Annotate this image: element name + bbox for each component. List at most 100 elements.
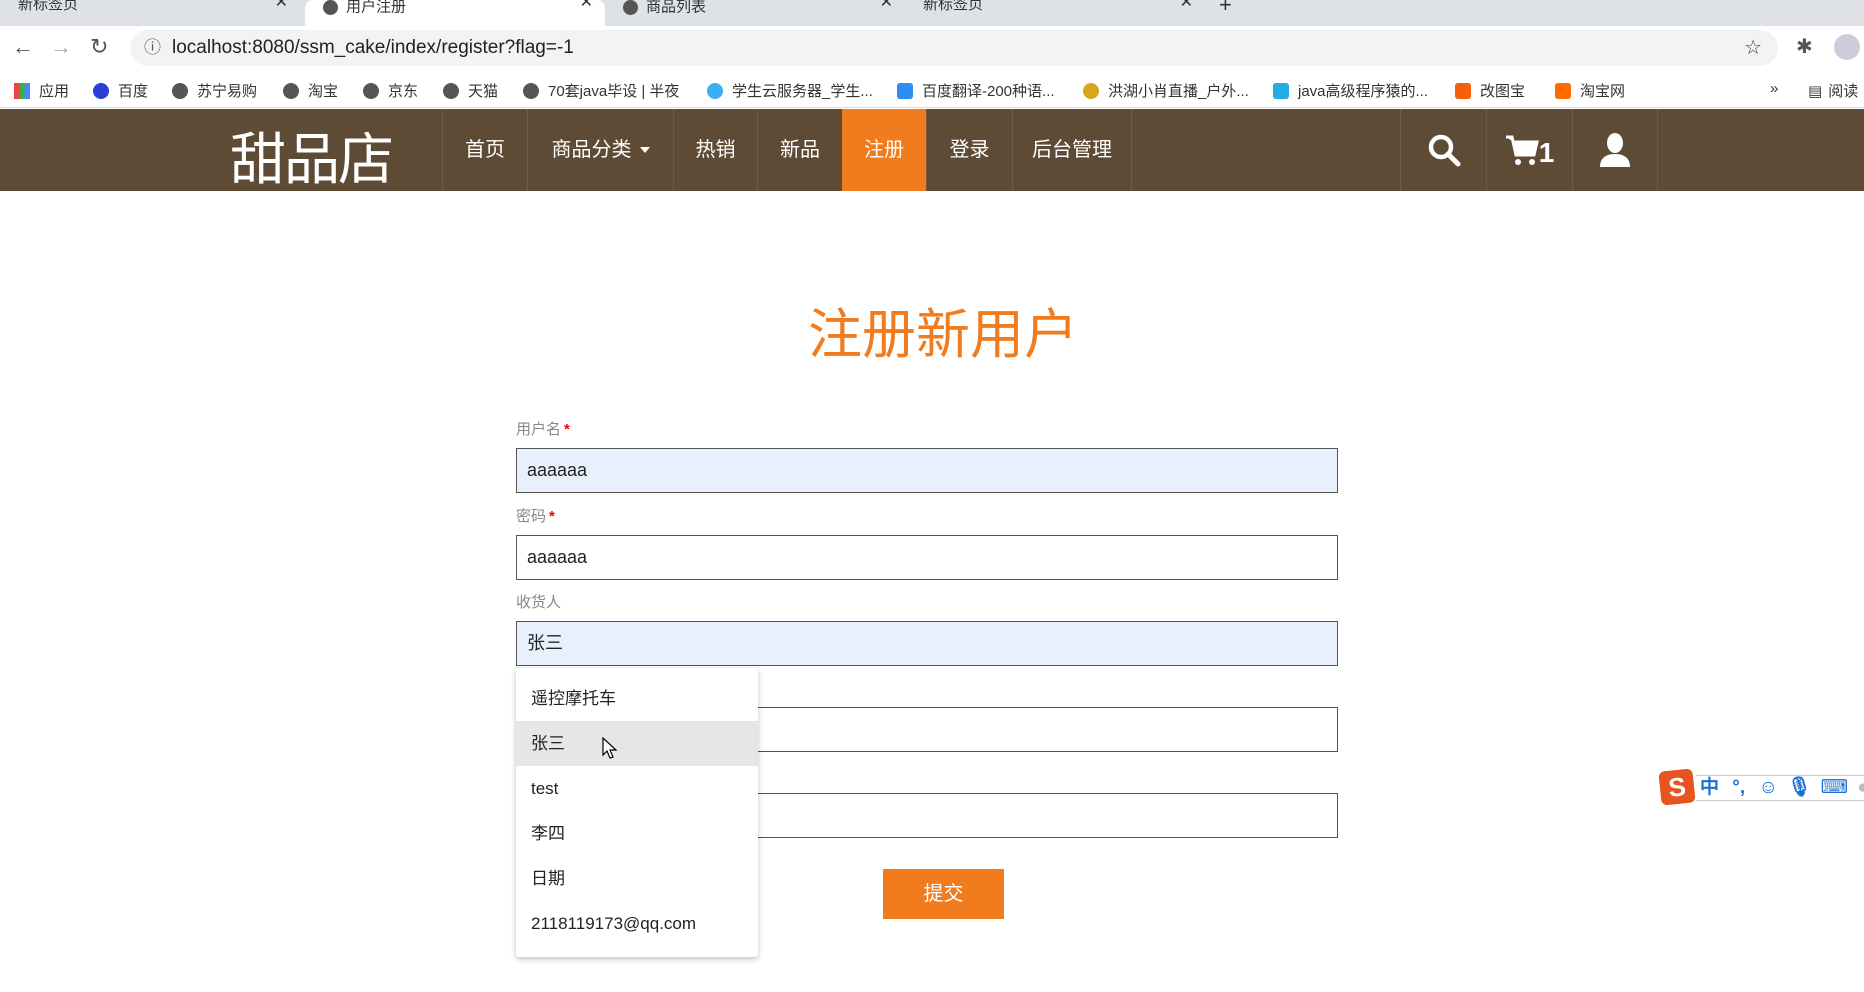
cloud-icon: [707, 83, 723, 99]
gaitubao-icon: [1455, 83, 1471, 99]
bookmark-translate[interactable]: 百度翻译-200种语...: [897, 80, 1055, 101]
tab-register[interactable]: 用户注册 ✕: [305, 0, 605, 26]
site-logo[interactable]: 甜品店: [230, 115, 394, 196]
tab-new-tab-1[interactable]: 新标签页 ✕: [0, 0, 300, 26]
bookmark-label: 洪湖小肖直播_户外...: [1108, 83, 1249, 100]
keyboard-icon[interactable]: ⌨: [1821, 777, 1848, 798]
receiver-label: 收货人: [516, 594, 562, 611]
receiver-input[interactable]: 张三: [516, 621, 1338, 666]
ime-toolbar[interactable]: S 中 °, ☺ 🎙 ⌨ ●: [1658, 768, 1864, 806]
bookmark-label: 苏宁易购: [197, 83, 258, 100]
nav-hot[interactable]: 热销: [673, 109, 757, 191]
emoji-icon[interactable]: ☺: [1758, 777, 1777, 798]
submit-button[interactable]: 提交: [883, 869, 1004, 919]
autocomplete-option[interactable]: test: [516, 766, 758, 811]
bookmark-bilibili[interactable]: java高级程序猿的...: [1273, 80, 1428, 101]
username-input[interactable]: aaaaaa: [516, 448, 1338, 493]
globe-icon: [283, 83, 299, 99]
extensions-icon[interactable]: ✱: [1796, 34, 1813, 59]
close-icon[interactable]: ✕: [1180, 0, 1193, 11]
bookmark-live[interactable]: 洪湖小肖直播_户外...: [1083, 80, 1249, 101]
ime-punctuation[interactable]: °,: [1732, 777, 1745, 798]
new-tab-button[interactable]: +: [1215, 0, 1245, 26]
bookmark-label: 改图宝: [1480, 83, 1526, 100]
nav-new[interactable]: 新品: [757, 109, 842, 191]
tab-new-tab-2[interactable]: 新标签页 ✕: [905, 0, 1205, 26]
bilibili-icon: [1273, 83, 1289, 99]
address-bar[interactable]: ⓘ localhost:8080/ssm_cake/index/register?…: [130, 30, 1778, 66]
bookmark-gaitubao[interactable]: 改图宝: [1455, 80, 1525, 101]
bookmark-jd[interactable]: 京东: [363, 80, 418, 101]
cart-button[interactable]: 1: [1486, 109, 1572, 191]
reading-list-label: 阅读: [1828, 83, 1859, 100]
bookmark-cloud[interactable]: 学生云服务器_学生...: [707, 80, 873, 101]
close-icon[interactable]: ✕: [880, 0, 893, 11]
bookmark-tmall[interactable]: 天猫: [443, 80, 498, 101]
back-icon[interactable]: ←: [12, 34, 34, 60]
tab-product-list[interactable]: 商品列表 ✕: [605, 0, 905, 26]
bookmark-baidu[interactable]: 百度: [93, 80, 148, 101]
bookmark-label: java高级程序猿的...: [1298, 83, 1429, 100]
site-navbar: 甜品店 首页 商品分类 热销 新品 注册 登录 后台管理 1: [0, 109, 1864, 193]
globe-icon: [623, 0, 638, 15]
tab-label: 商品列表: [646, 0, 707, 16]
url-text: localhost:8080/ssm_cake/index/register?f…: [172, 37, 574, 58]
ime-mode[interactable]: 中: [1700, 777, 1719, 798]
autocomplete-dropdown: 遥控摩托车 张三 test 李四 日期 2118119173@qq.com: [516, 668, 758, 957]
cart-count: 1: [1538, 137, 1555, 168]
search-icon: [1428, 134, 1460, 167]
bookmark-label: 百度翻译-200种语...: [922, 83, 1055, 100]
bookmark-taobao[interactable]: 淘宝: [283, 80, 338, 101]
bookmark-suning[interactable]: 苏宁易购: [172, 80, 257, 101]
mouse-cursor-icon: [602, 737, 618, 759]
username-label: 用户名 *: [516, 418, 570, 439]
more-bookmarks-icon[interactable]: »: [1770, 80, 1778, 97]
autocomplete-option[interactable]: 日期: [516, 856, 758, 901]
globe-icon: [323, 0, 338, 15]
bookmark-label: 学生云服务器_学生...: [732, 83, 873, 100]
translate-icon: [897, 83, 913, 99]
bookmark-taobao-net[interactable]: 淘宝网: [1555, 80, 1625, 101]
bookmark-java[interactable]: 70套java毕设 | 半夜: [523, 80, 679, 101]
nav-login[interactable]: 登录: [926, 109, 1012, 191]
baidu-paw-icon: [93, 83, 109, 99]
autocomplete-option[interactable]: 2118119173@qq.com: [516, 901, 758, 946]
nav-home[interactable]: 首页: [442, 109, 527, 191]
required-mark: *: [549, 508, 555, 525]
password-input[interactable]: aaaaaa: [516, 535, 1338, 580]
address-row: ← → ↻ ⓘ localhost:8080/ssm_cake/index/reg…: [0, 26, 1864, 70]
close-icon[interactable]: ✕: [275, 0, 288, 11]
required-mark: *: [564, 421, 570, 438]
cart-icon: [1505, 135, 1539, 165]
bookmarks-bar: 应用 百度 苏宁易购 淘宝 京东 天猫 70套java毕设 | 半夜 学生云服务…: [0, 70, 1864, 108]
bookmark-label: 京东: [388, 83, 419, 100]
bookmark-label: 应用: [39, 83, 70, 100]
reading-list-icon: ▤: [1808, 83, 1823, 100]
nav-register[interactable]: 注册: [842, 109, 926, 191]
tab-label: 新标签页: [18, 0, 79, 13]
globe-icon: [172, 83, 188, 99]
reading-list[interactable]: ▤ 阅读: [1808, 80, 1858, 101]
label-text: 用户名: [516, 421, 562, 438]
globe-icon: [443, 83, 459, 99]
search-button[interactable]: [1400, 109, 1486, 191]
user-settings-icon[interactable]: ●: [1857, 777, 1864, 798]
forward-icon[interactable]: →: [50, 34, 72, 60]
reload-icon[interactable]: ↻: [90, 34, 108, 60]
bookmark-apps[interactable]: 应用: [14, 80, 69, 101]
nav-categories[interactable]: 商品分类: [527, 109, 673, 191]
close-icon[interactable]: ✕: [580, 0, 593, 11]
tab-label: 新标签页: [923, 0, 984, 13]
autocomplete-option[interactable]: 李四: [516, 811, 758, 856]
bookmark-label: 天猫: [468, 83, 499, 100]
star-icon[interactable]: ☆: [1744, 30, 1762, 66]
user-button[interactable]: [1572, 109, 1658, 191]
page-title: 注册新用户: [808, 303, 1078, 366]
profile-icon[interactable]: [1834, 34, 1860, 60]
autocomplete-option[interactable]: 遥控摩托车: [516, 676, 758, 721]
caret-down-icon: [639, 147, 650, 153]
autocomplete-option[interactable]: 张三: [516, 721, 758, 766]
microphone-icon[interactable]: 🎙: [1787, 777, 1811, 798]
nav-admin[interactable]: 后台管理: [1012, 109, 1132, 191]
user-icon: [1600, 133, 1630, 167]
